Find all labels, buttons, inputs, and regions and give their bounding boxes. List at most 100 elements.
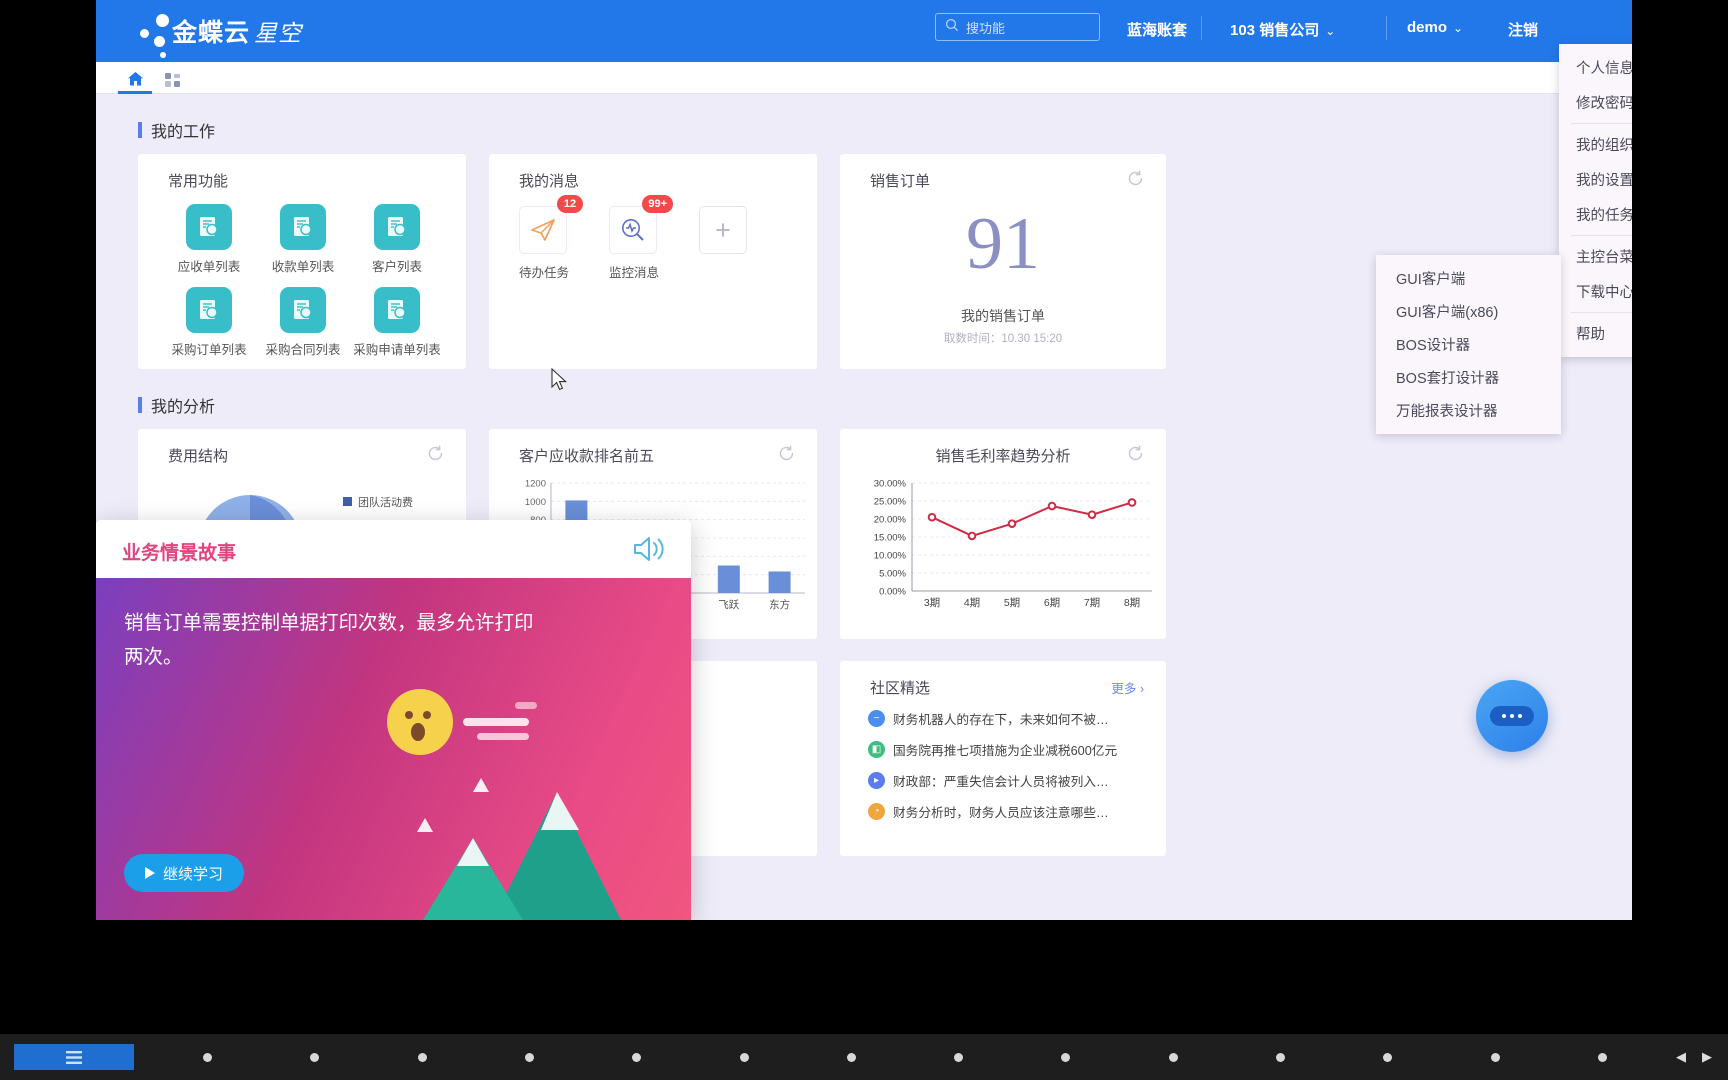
- popup-text: 销售订单需要控制单据打印次数，最多允许打印两次。: [124, 612, 534, 668]
- function-item[interactable]: 客户列表: [350, 204, 444, 275]
- community-news-list: − 财务机器人的存在下，未来如何不被… ◧ 国务院再推七项措施为企业减税600亿…: [868, 709, 1146, 833]
- submenu-item-bos-print-designer[interactable]: BOS套打设计器: [1376, 361, 1561, 394]
- brand-logo[interactable]: 金蝶云 星空: [138, 12, 302, 58]
- popup-illustration: [387, 689, 621, 920]
- doc-search-icon: [186, 287, 232, 333]
- submenu-item-report-designer[interactable]: 万能报表设计器: [1376, 394, 1561, 427]
- popup-title: 业务情景故事: [122, 543, 237, 564]
- start-button[interactable]: [14, 1044, 134, 1070]
- function-item[interactable]: 采购申请单列表: [350, 287, 444, 358]
- continue-learning-button[interactable]: 继续学习: [124, 854, 245, 892]
- menu-item-my-settings[interactable]: 我的设置: [1559, 162, 1632, 197]
- taskbar-item[interactable]: [1383, 1052, 1393, 1062]
- kpi-value: 91: [966, 203, 1040, 285]
- taskbar-item[interactable]: [1597, 1052, 1607, 1062]
- kpi-caption: 我的销售订单: [961, 308, 1045, 324]
- message-item-todo[interactable]: 12 待办任务: [519, 195, 584, 281]
- message-item-monitor[interactable]: 99+ 监控消息: [609, 195, 674, 281]
- assistant-chat-bubble[interactable]: [1476, 680, 1548, 752]
- menu-item-profile[interactable]: 个人信息: [1559, 50, 1632, 85]
- menu-item-help[interactable]: 帮助: [1559, 316, 1632, 351]
- svg-text:6期: 6期: [1044, 597, 1060, 609]
- message-label: 监控消息: [609, 266, 660, 280]
- taskbar-item[interactable]: [954, 1052, 964, 1062]
- taskbar-item[interactable]: [739, 1052, 749, 1062]
- chevron-down-icon: ⌄: [1325, 24, 1336, 38]
- svg-text:1000: 1000: [525, 497, 546, 508]
- menu-divider: [1571, 312, 1632, 313]
- user-menu-trigger[interactable]: demo ⌄: [1407, 19, 1463, 36]
- bullet-icon: ◔: [868, 803, 885, 820]
- function-item[interactable]: 收款单列表: [256, 204, 350, 275]
- submenu-item-gui-client-x86[interactable]: GUI客户端(x86): [1376, 295, 1561, 328]
- refresh-icon[interactable]: [778, 445, 795, 462]
- submenu-item-bos-designer[interactable]: BOS设计器: [1376, 328, 1561, 361]
- tab-apps[interactable]: [158, 68, 188, 92]
- menu-item-download-center[interactable]: 下载中心: [1559, 274, 1632, 309]
- monitor-pulse-icon: [609, 206, 658, 254]
- refresh-icon[interactable]: [1127, 170, 1144, 187]
- taskbar-item[interactable]: [632, 1052, 642, 1062]
- search-placeholder: 搜功能: [966, 20, 1006, 36]
- os-taskbar: ◀ ▶: [0, 1034, 1728, 1080]
- tab-home[interactable]: [118, 67, 152, 94]
- menu-item-my-tasks[interactable]: 我的任务: [1559, 197, 1632, 232]
- section-label: 我的工作: [151, 124, 216, 141]
- add-message-button[interactable]: +: [699, 206, 748, 281]
- taskbar-item[interactable]: [417, 1052, 427, 1062]
- refresh-icon[interactable]: [427, 445, 444, 462]
- doc-search-icon: [280, 204, 326, 250]
- menu-item-console-menu-mode[interactable]: 主控台菜单显示模: [1559, 239, 1632, 274]
- card-community: 社区精选 更多 › − 财务机器人的存在下，未来如何不被… ◧ 国务院再推七项措…: [840, 661, 1166, 856]
- paper-plane-icon: [519, 206, 567, 254]
- bullet-icon: ▸: [868, 772, 885, 789]
- continue-learning-label: 继续学习: [163, 865, 224, 883]
- badge-count: 12: [557, 195, 584, 213]
- taskbar-item[interactable]: [1061, 1052, 1071, 1062]
- org-selector[interactable]: 103 销售公司 ⌄: [1230, 19, 1335, 40]
- function-item[interactable]: 采购合同列表: [256, 287, 350, 358]
- bullet-icon: ◧: [868, 741, 885, 758]
- tray-left-arrow-icon[interactable]: ◀: [1676, 1049, 1686, 1065]
- search-input[interactable]: 搜功能: [935, 13, 1100, 41]
- tray-right-arrow-icon[interactable]: ▶: [1702, 1049, 1712, 1065]
- card-sales-order-kpi: 销售订单 91 我的销售订单 取数时间：10.30 15:20: [840, 154, 1166, 369]
- menu-item-change-password[interactable]: 修改密码: [1559, 85, 1632, 120]
- function-label: 采购合同列表: [265, 343, 341, 357]
- svg-text:8期: 8期: [1124, 597, 1140, 609]
- menu-icon: [66, 1050, 82, 1064]
- speaker-icon[interactable]: [631, 532, 667, 566]
- function-item[interactable]: 采购订单列表: [162, 287, 256, 358]
- taskbar-item[interactable]: [846, 1052, 856, 1062]
- doc-search-icon: [374, 287, 420, 333]
- menu-item-my-org[interactable]: 我的组织及权限: [1559, 127, 1632, 162]
- download-submenu: GUI客户端 GUI客户端(x86) BOS设计器 BOS套打设计器 万能报表设…: [1376, 255, 1561, 434]
- message-label: 待办任务: [519, 266, 570, 280]
- taskbar-item[interactable]: [1490, 1052, 1500, 1062]
- list-item[interactable]: ◧ 国务院再推七项措施为企业减税600亿元: [868, 740, 1146, 759]
- popup-header: 业务情景故事: [96, 520, 691, 578]
- taskbar-item[interactable]: [524, 1052, 534, 1062]
- taskbar-item[interactable]: [310, 1052, 320, 1062]
- function-label: 客户列表: [371, 260, 422, 274]
- taskbar-items: [134, 1052, 1676, 1062]
- function-item[interactable]: 应收单列表: [162, 204, 256, 275]
- list-item[interactable]: ◔ 财务分析时，财务人员应该注意哪些…: [868, 802, 1146, 821]
- header-divider-1: [1201, 16, 1202, 40]
- submenu-item-gui-client[interactable]: GUI客户端: [1376, 262, 1561, 295]
- list-item[interactable]: − 财务机器人的存在下，未来如何不被…: [868, 709, 1146, 728]
- taskbar-item[interactable]: [1275, 1052, 1285, 1062]
- taskbar-item[interactable]: [203, 1052, 213, 1062]
- taskbar-item[interactable]: [1168, 1052, 1178, 1062]
- svg-text:25.00%: 25.00%: [874, 497, 907, 508]
- account-book-label[interactable]: 蓝海账套: [1127, 19, 1187, 40]
- list-item[interactable]: ▸ 财政部：严重失信会计人员将被列入…: [868, 771, 1146, 790]
- logout-button[interactable]: 注销: [1508, 19, 1538, 40]
- function-label: 采购申请单列表: [353, 343, 441, 357]
- svg-text:10.00%: 10.00%: [874, 551, 907, 562]
- grid-icon: [165, 73, 180, 87]
- screen: 金蝶云 星空 搜功能 蓝海账套 103 销售公司 ⌄ demo ⌄ 注销 我的工…: [0, 0, 1728, 1080]
- chevron-down-icon: ⌄: [1453, 21, 1464, 35]
- more-link[interactable]: 更多 ›: [1111, 678, 1144, 697]
- refresh-icon[interactable]: [1127, 445, 1144, 462]
